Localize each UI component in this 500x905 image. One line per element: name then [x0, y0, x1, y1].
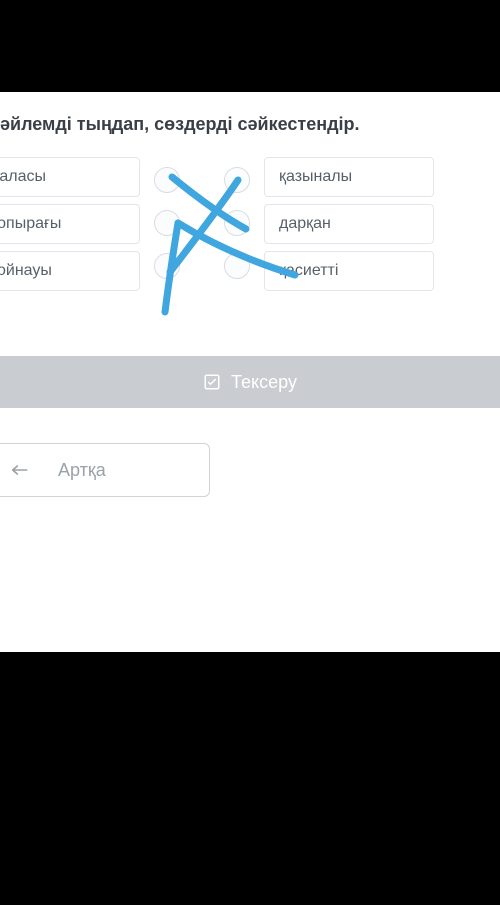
checkbox-icon — [203, 373, 221, 391]
right-word-2[interactable]: қасиетті — [264, 251, 434, 291]
right-endpoint-1[interactable] — [224, 210, 250, 236]
check-button[interactable]: Тексеру — [0, 356, 500, 408]
back-button-label: Артқа — [58, 460, 106, 481]
left-endpoint-2[interactable] — [154, 253, 180, 279]
left-column: даласы топырағы қойнауы — [0, 157, 140, 291]
right-word-1[interactable]: дарқан — [264, 204, 434, 244]
left-endpoint-1[interactable] — [154, 210, 180, 236]
left-word-1[interactable]: топырағы — [0, 204, 140, 244]
right-endpoint-0[interactable] — [224, 167, 250, 193]
right-column: қазыналы дарқан қасиетті — [264, 157, 434, 291]
left-endpoint-0[interactable] — [154, 167, 180, 193]
right-endpoints — [222, 157, 252, 284]
left-word-0[interactable]: даласы — [0, 157, 140, 197]
back-button[interactable]: Артқа — [0, 443, 210, 497]
instruction-text: әйлемді тыңдап, сөздерді сәйкестендір. — [0, 114, 500, 135]
left-word-2[interactable]: қойнауы — [0, 251, 140, 291]
exercise-window: әйлемді тыңдап, сөздерді сәйкестендір. д… — [0, 92, 500, 652]
left-endpoints — [152, 157, 182, 284]
check-button-label: Тексеру — [231, 372, 297, 393]
arrow-left-icon — [12, 463, 28, 477]
content-wrap: әйлемді тыңдап, сөздерді сәйкестендір. д… — [0, 92, 500, 497]
right-word-0[interactable]: қазыналы — [264, 157, 434, 197]
right-endpoint-2[interactable] — [224, 253, 250, 279]
match-area: даласы топырағы қойнауы қазыналы дарқан … — [0, 157, 500, 291]
